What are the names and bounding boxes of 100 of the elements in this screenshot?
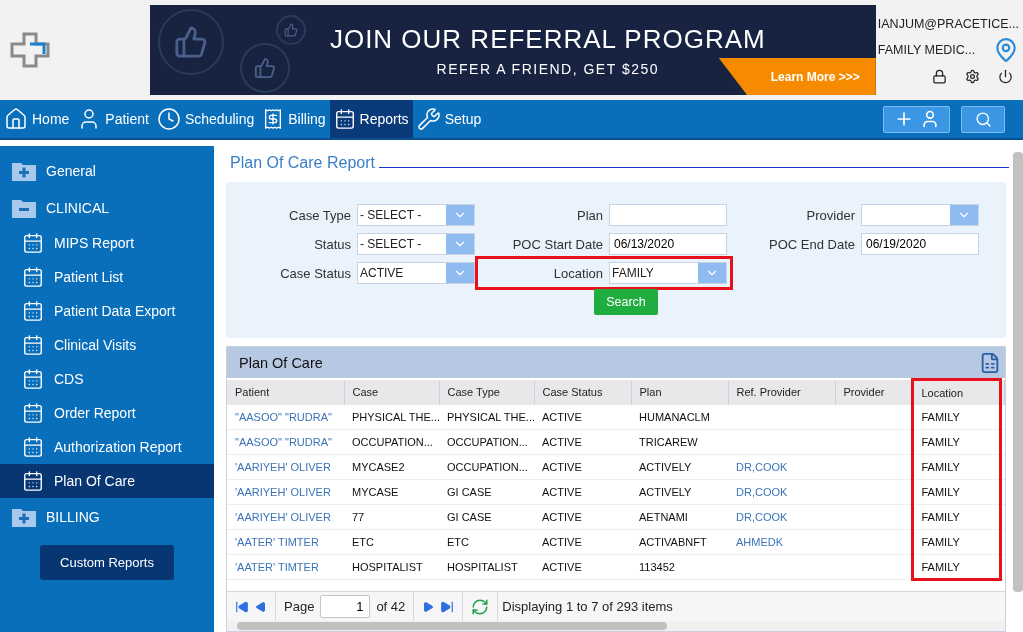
field-label: Provider: [806, 207, 855, 223]
select-field[interactable]: ACTIVE: [357, 262, 475, 284]
input-field[interactable]: 06/13/2020: [609, 233, 727, 255]
table-cell: GI CASE: [447, 511, 492, 523]
calendar-icon: [22, 402, 44, 424]
last-page-button[interactable]: [440, 599, 455, 614]
column-header[interactable]: Patient: [227, 379, 344, 405]
wrench-icon: [416, 107, 441, 131]
table-link[interactable]: 'AATER' TIMTER: [235, 536, 319, 548]
select-field[interactable]: FAMILY: [609, 262, 727, 284]
table-link[interactable]: 'AATER' TIMTER: [235, 561, 319, 573]
table-cell: MYCASE: [352, 486, 399, 498]
column-header[interactable]: Case Type: [439, 379, 534, 405]
pager-summary: Displaying 1 to 7 of 293 items: [501, 599, 673, 614]
sidebar-item[interactable]: MIPS Report: [0, 226, 214, 260]
table-cell: PHYSICAL THE...: [447, 410, 536, 423]
table-link[interactable]: 'AARIYEH' OLIVER: [235, 486, 331, 498]
lock-icon[interactable]: [932, 68, 947, 84]
add-patient-button[interactable]: [883, 105, 950, 133]
table-link[interactable]: "AASOO" "RUDRA": [235, 436, 332, 448]
input-field[interactable]: 06/19/2020: [861, 233, 979, 255]
field-label: Status: [314, 236, 351, 252]
table-cell: ACTIVE: [542, 486, 582, 498]
power-icon[interactable]: [998, 68, 1013, 84]
horizontal-scrollbar[interactable]: [237, 622, 667, 630]
caret-icon: [698, 263, 726, 283]
previous-page-button[interactable]: [255, 600, 267, 613]
page-title: Plan Of Care Report: [230, 154, 375, 172]
table-link[interactable]: 'AARIYEH' OLIVER: [235, 511, 331, 523]
column-header[interactable]: Ref. Provider: [728, 379, 835, 405]
input-field[interactable]: [609, 204, 727, 226]
caret-icon: [950, 205, 978, 225]
caret-icon: [446, 234, 474, 254]
nav-tab[interactable]: Home: [0, 100, 74, 138]
select-field[interactable]: - SELECT -: [357, 204, 475, 226]
sidebar-group[interactable]: BILLING: [0, 498, 214, 535]
column-header[interactable]: Provider: [835, 379, 912, 405]
page-input[interactable]: 1: [320, 595, 371, 618]
table-cell: ACTIVE: [542, 436, 582, 448]
calendar-icon: [22, 436, 44, 458]
table-link[interactable]: 'AARIYEH' OLIVER: [235, 461, 331, 473]
location-pin-icon[interactable]: [993, 36, 1019, 63]
nav-tab[interactable]: Reports: [329, 100, 413, 138]
sidebar-item[interactable]: Authorization Report: [0, 430, 214, 464]
table-cell: MYCASE2: [352, 461, 405, 473]
search-button[interactable]: [961, 105, 1005, 133]
sidebar-item[interactable]: Patient List: [0, 260, 214, 294]
table-cell: ACTIVELY: [639, 486, 692, 498]
select-field[interactable]: - SELECT -: [357, 233, 475, 255]
column-header[interactable]: Plan: [631, 379, 728, 405]
thumbs-up-icon: [157, 9, 224, 75]
table-cell: FAMILY: [921, 486, 960, 498]
nav-tab[interactable]: Patient: [73, 100, 153, 138]
table-cell: FAMILY: [921, 461, 960, 473]
field-label: Case Status: [280, 265, 351, 281]
next-page-button[interactable]: [422, 600, 435, 613]
practice-name: FAMILY MEDIC...: [877, 42, 976, 57]
table-cell: ACTIVELY: [639, 461, 692, 473]
sidebar-item[interactable]: Order Report: [0, 396, 214, 430]
nav-tab[interactable]: Billing: [258, 100, 330, 138]
table-cell: ETC: [447, 536, 469, 548]
table-cell: AETNAMI: [639, 511, 688, 523]
column-header[interactable]: Location: [912, 379, 1000, 405]
calendar-icon: [333, 108, 356, 130]
table-link[interactable]: "AASOO" "RUDRA": [235, 410, 332, 423]
column-header[interactable]: Case Status: [534, 379, 631, 405]
page-label: Page: [284, 599, 315, 614]
vertical-scrollbar[interactable]: [1013, 152, 1023, 592]
caret-icon: [446, 205, 474, 225]
table-link[interactable]: DR,COOK: [736, 511, 788, 523]
refresh-icon[interactable]: [471, 597, 490, 616]
spreadsheet-export-icon[interactable]: [979, 351, 1001, 374]
referral-banner[interactable]: JOIN OUR REFERRAL PROGRAM REFER A FRIEND, GET $250 Learn More >>>: [149, 5, 876, 95]
sidebar-item[interactable]: CDS: [0, 362, 214, 396]
table-cell: FAMILY: [921, 410, 960, 423]
table-cell: PHYSICAL THE...: [352, 410, 441, 423]
folder-plus-icon: [12, 160, 36, 181]
field-label: POC Start Date: [512, 236, 603, 252]
clock-icon: [156, 107, 181, 131]
table-cell: FAMILY: [921, 511, 960, 523]
table-link[interactable]: DR,COOK: [736, 486, 788, 498]
nav-tab[interactable]: Setup: [412, 100, 486, 138]
first-page-button[interactable]: [235, 599, 249, 614]
nav-tab[interactable]: Scheduling: [152, 100, 259, 138]
sidebar-item[interactable]: Plan Of Care: [0, 464, 214, 498]
sidebar-group[interactable]: General: [0, 152, 214, 189]
column-header[interactable]: Case: [344, 379, 439, 405]
table-link[interactable]: AHMEDK: [736, 536, 784, 548]
search-button[interactable]: Search: [594, 289, 658, 315]
sidebar-item[interactable]: Clinical Visits: [0, 328, 214, 362]
field-label: POC End Date: [769, 236, 855, 252]
sidebar-item[interactable]: Patient Data Export: [0, 294, 214, 328]
page-count: of 42: [376, 599, 406, 614]
sidebar-group[interactable]: CLINICAL: [0, 189, 214, 226]
select-field[interactable]: [861, 204, 979, 226]
custom-reports-button[interactable]: Custom Reports: [40, 545, 174, 580]
settings-icon[interactable]: [965, 68, 980, 84]
table-cell: FAMILY: [921, 560, 960, 573]
caret-icon: [446, 263, 474, 283]
table-link[interactable]: DR,COOK: [736, 461, 788, 473]
